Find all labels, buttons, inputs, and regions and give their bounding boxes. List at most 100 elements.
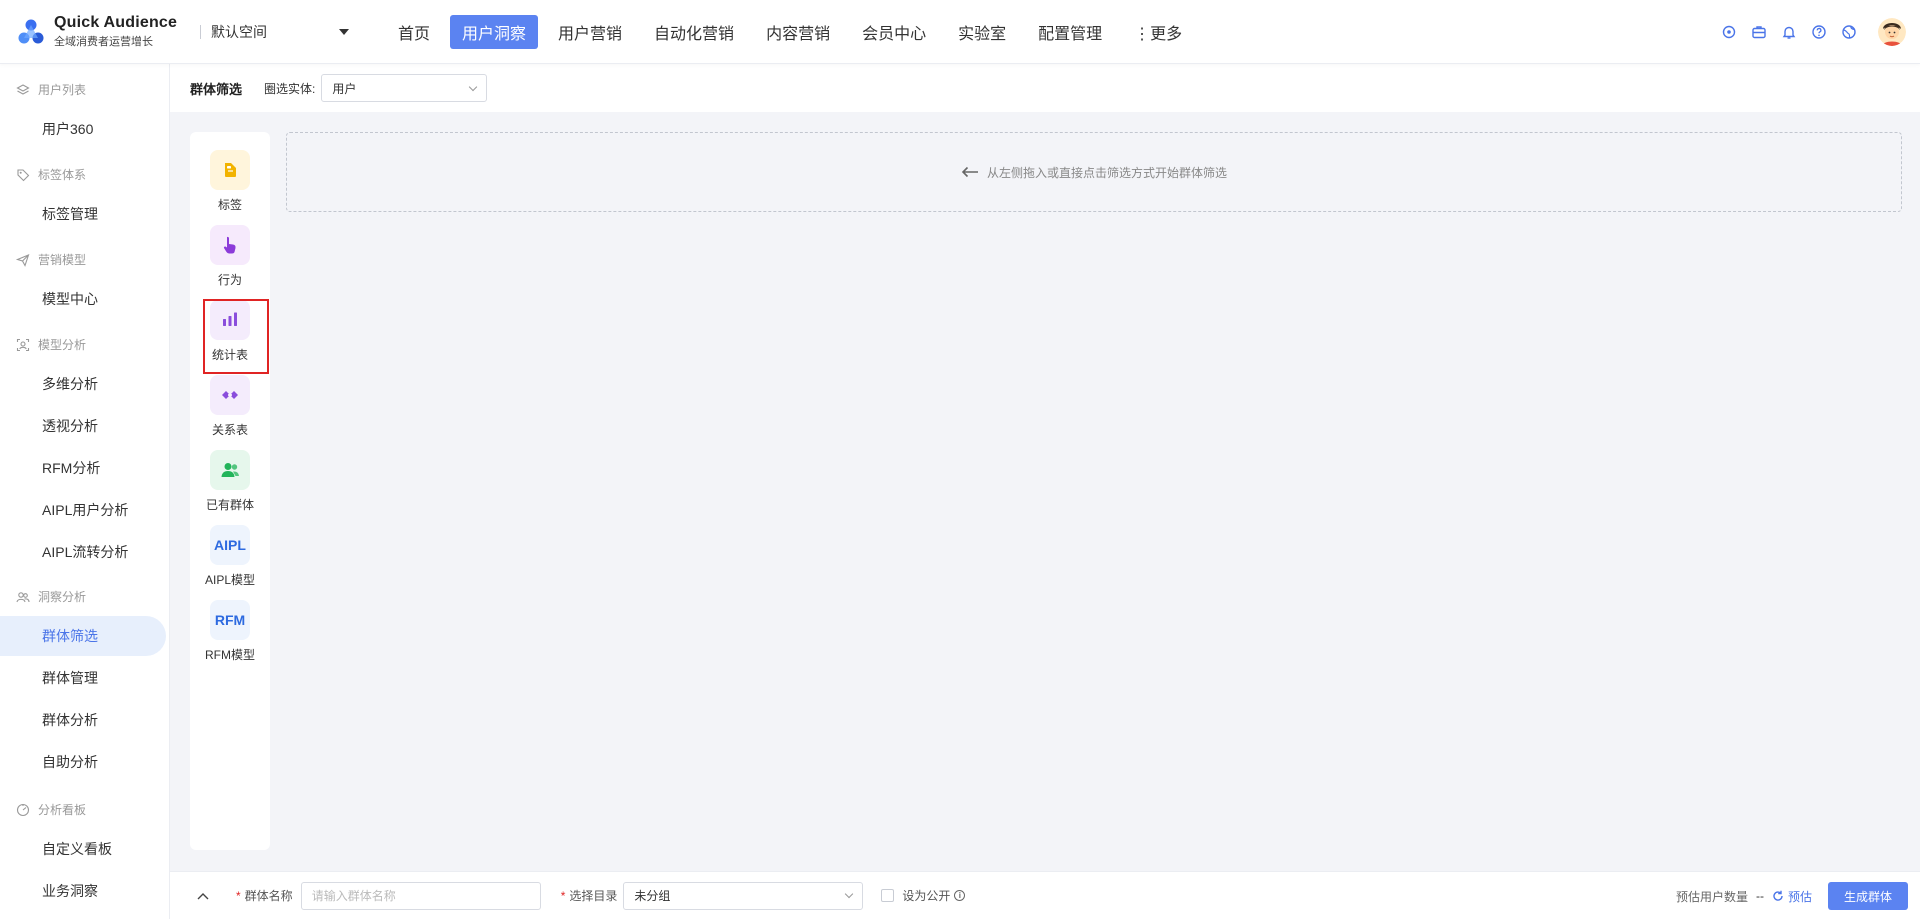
tool-aipl[interactable]: AIPL AIPL模型 — [190, 522, 270, 597]
aipl-icon: AIPL — [210, 525, 250, 565]
sidebar-item-4-2[interactable]: 群体分析 — [0, 700, 166, 740]
estimate-button[interactable]: 预估 — [1772, 888, 1812, 905]
user-avatar[interactable] — [1878, 18, 1906, 46]
workspace-selector[interactable]: 默认空间 — [211, 22, 349, 42]
send-icon — [16, 253, 30, 267]
sidebar-group-label: 分析看板 — [38, 803, 87, 817]
ai-assistant-icon[interactable] — [1720, 23, 1738, 41]
tool-label: 已有群体 — [205, 498, 254, 512]
dashboard-icon — [16, 803, 30, 816]
sidebar-item-5-1[interactable]: 业务洞察 — [0, 871, 166, 911]
sidebar-group-label: 模型分析 — [38, 338, 87, 352]
chevron-down-icon — [469, 82, 478, 91]
sidebar: 用户列表用户360 标签体系标签管理营销模型模型中心模型分析多维分析 透视分析 RFM… — [0, 64, 170, 919]
globe-icon[interactable] — [1840, 23, 1858, 41]
caret-down-icon — [339, 28, 349, 35]
people-icon — [16, 591, 30, 602]
sidebar-item-2-0[interactable]: 模型中心 — [0, 279, 166, 319]
brand-subtitle: 全域消费者运营增长 — [54, 36, 153, 48]
directory-value: 未分组 — [634, 889, 671, 903]
sidebar-group-1: 标签体系 — [16, 166, 86, 183]
footer-bar: * 群体名称 * 选择目录 未分组 设为公开 i 预估用户数量 -- 预估 生成… — [170, 871, 1920, 919]
sidebar-group-label: 标签体系 — [38, 168, 87, 182]
layers-icon — [16, 83, 30, 95]
nav-item-0[interactable]: 首页 — [386, 15, 442, 49]
tool-label: 标签 — [217, 198, 242, 212]
chevron-up-icon[interactable] — [196, 889, 210, 903]
sidebar-group-0: 用户列表 — [16, 81, 86, 98]
briefcase-icon[interactable] — [1750, 23, 1768, 41]
sidebar-group-4: 洞察分析 — [16, 588, 86, 605]
sidebar-item-4-1[interactable]: 群体管理 — [0, 658, 166, 698]
estimate-area: 预估用户数量 -- 预估 生成群体 — [1676, 872, 1908, 919]
estimate-value: -- — [1755, 889, 1764, 903]
tool-label: AIPL模型 — [204, 573, 256, 587]
sidebar-item-3-0[interactable]: 多维分析 — [0, 364, 166, 404]
sidebar-group-3: 模型分析 — [16, 336, 86, 353]
nav-item-4[interactable]: 内容营销 — [754, 15, 842, 49]
info-icon[interactable]: i — [954, 890, 966, 901]
sidebar-group-label: 洞察分析 — [38, 590, 87, 604]
sidebar-item-1-0[interactable]: 标签管理 — [0, 194, 166, 234]
tool-label: 统计表 — [211, 348, 248, 362]
sidebar-item-3-2[interactable]: RFM分析 — [0, 448, 166, 488]
filter-header: 群体筛选 圈选实体: 用户 — [170, 64, 1920, 112]
rfm-icon: RFM — [210, 600, 250, 640]
workspace-label: 默认空间 — [211, 23, 267, 40]
public-label: 设为公开 — [902, 889, 951, 903]
help-icon[interactable] — [1810, 23, 1828, 41]
sidebar-item-0-0[interactable]: 用户360 — [0, 109, 166, 149]
generate-group-button[interactable]: 生成群体 — [1828, 882, 1908, 910]
arrow-left-icon — [961, 162, 979, 183]
tool-link[interactable]: 关系表 — [190, 372, 270, 447]
tool-bar-chart[interactable]: 统计表 — [190, 297, 270, 372]
sidebar-group-label: 用户列表 — [38, 83, 87, 97]
sidebar-item-3-1[interactable]: 透视分析 — [0, 406, 166, 446]
sidebar-group-2: 营销模型 — [16, 251, 86, 268]
group-icon — [210, 450, 250, 490]
tool-label: 行为 — [217, 273, 242, 287]
main-nav: 首页 用户洞察 用户营销 自动化营销 内容营销 会员中心 实验室 配置管理 ⋮更多 — [386, 14, 1202, 49]
nav-item-1[interactable]: 用户洞察 — [450, 14, 539, 49]
hand-pointer-icon — [210, 225, 250, 265]
nav-item-7[interactable]: 配置管理 — [1026, 15, 1114, 49]
tool-label: RFM模型 — [205, 648, 255, 662]
sidebar-group-5: 分析看板 — [16, 801, 86, 818]
entity-label: 圈选实体: — [264, 81, 316, 96]
sidebar-group-label: 营销模型 — [38, 253, 87, 267]
tool-rfm[interactable]: RFM RFM模型 — [190, 597, 270, 672]
page-title: 群体筛选 — [190, 81, 243, 97]
tag-icon — [210, 150, 250, 190]
top-bar: Quick Audience 全域消费者运营增长 默认空间 首页 用户洞察 用户营销… — [0, 0, 1920, 64]
nav-item-3[interactable]: 自动化营销 — [642, 15, 746, 49]
bell-icon[interactable] — [1780, 23, 1798, 41]
tool-group[interactable]: 已有群体 — [190, 447, 270, 522]
drop-zone-hint: 从左侧拖入或直接点击筛选方式开始群体筛选 — [986, 165, 1227, 180]
public-checkbox[interactable] — [881, 889, 895, 902]
group-name-input[interactable] — [300, 881, 541, 910]
filter-method-panel: 标签行为统计表关系表已有群体 AIPL AIPL模型 RFM RFM模型 — [190, 132, 270, 850]
refresh-icon — [1773, 890, 1783, 901]
tag-icon — [17, 168, 30, 181]
sidebar-item-3-3[interactable]: AIPL用户分析 — [0, 490, 166, 530]
chevron-down-icon — [845, 889, 854, 899]
nav-item-5[interactable]: 会员中心 — [850, 15, 938, 49]
nav-item-8[interactable]: ⋮更多 — [1122, 15, 1194, 49]
tool-tag[interactable]: 标签 — [190, 147, 270, 222]
sidebar-item-3-4[interactable]: AIPL流转分析 — [0, 532, 166, 572]
brand-logo[interactable]: Quick Audience 全域消费者运营增长 — [0, 14, 196, 49]
drop-zone[interactable]: 从左侧拖入或直接点击筛选方式开始群体筛选 — [286, 132, 1902, 212]
tool-hand-pointer[interactable]: 行为 — [190, 222, 270, 297]
directory-select[interactable]: 未分组 — [623, 881, 864, 910]
nav-item-2[interactable]: 用户营销 — [546, 15, 634, 49]
nav-item-6[interactable]: 实验室 — [946, 15, 1018, 49]
sidebar-item-5-0[interactable]: 自定义看板 — [0, 829, 166, 869]
tool-label: 关系表 — [211, 423, 248, 437]
bar-chart-icon — [210, 300, 250, 340]
estimate-action: 预估 — [1787, 889, 1812, 904]
sidebar-item-4-0[interactable]: 群体筛选 — [0, 616, 166, 656]
directory-label: * 选择目录 — [560, 888, 618, 904]
entity-select[interactable]: 用户 — [321, 74, 488, 102]
sidebar-item-4-3[interactable]: 自助分析 — [0, 742, 166, 782]
entity-value: 用户 — [332, 81, 357, 96]
